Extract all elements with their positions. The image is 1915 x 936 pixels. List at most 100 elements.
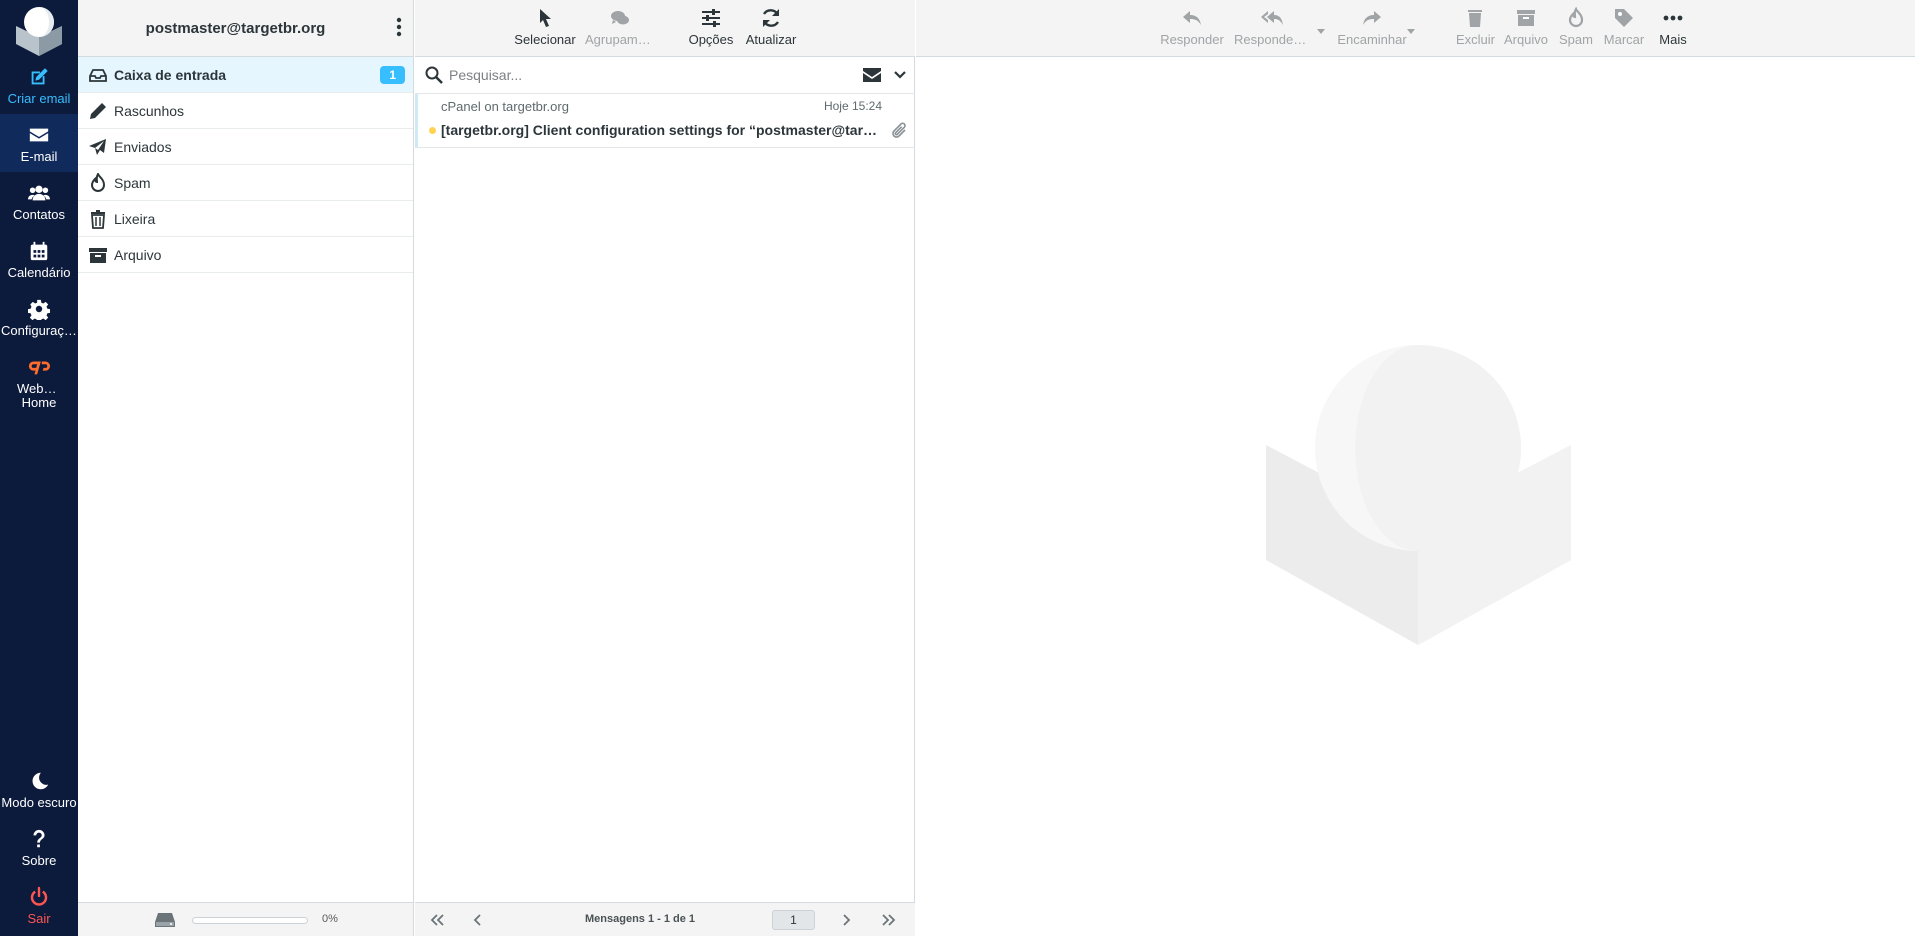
calendar-icon — [28, 240, 50, 262]
nav-dark-mode-label: Modo escuro — [1, 796, 77, 810]
mark-label: Marcar — [1603, 32, 1645, 47]
unread-dot[interactable] — [429, 127, 436, 134]
account-name: postmaster@targetbr.org — [145, 20, 326, 37]
folder-header: postmaster@targetbr.org — [78, 0, 413, 57]
select-label: Selecionar — [514, 32, 576, 47]
nav-settings[interactable]: Configurações — [0, 298, 78, 338]
archive-icon — [88, 245, 108, 265]
paper-plane-icon — [88, 137, 108, 157]
refresh-button[interactable]: Atualizar — [743, 0, 799, 56]
main-nav: Criar email E-mail Contatos Calendário C — [0, 0, 78, 936]
mark-button[interactable]: Marcar — [1602, 0, 1646, 56]
ellipsis-icon — [1662, 7, 1684, 29]
archive-label: Arquivo — [1503, 32, 1549, 47]
paperclip-icon — [890, 122, 908, 140]
more-label: Mais — [1659, 32, 1687, 47]
previous-page-icon[interactable] — [470, 913, 486, 927]
hard-drive-icon — [154, 911, 176, 929]
pencil-icon — [88, 101, 108, 121]
page-number-input[interactable]: 1 — [772, 910, 815, 930]
nav-logout[interactable]: Sair — [0, 886, 78, 926]
quota-percent: 0% — [322, 913, 338, 925]
message-count: Mensagens 1 - 1 de 1 — [585, 913, 696, 925]
reply-icon — [1181, 7, 1203, 29]
nav-compose-label: Criar email — [7, 92, 71, 106]
search-icon[interactable] — [425, 66, 443, 84]
next-page-icon[interactable] — [838, 913, 854, 927]
search-input[interactable] — [449, 64, 849, 86]
spam-label: Spam — [1559, 32, 1593, 47]
nav-calendar[interactable]: Calendário — [0, 240, 78, 280]
folder-drafts[interactable]: Rascunhos — [78, 93, 413, 129]
nav-compose[interactable]: Criar email — [0, 66, 78, 106]
refresh-icon — [760, 7, 782, 29]
options-label[interactable]: Opções — [689, 32, 734, 47]
tag-icon — [1613, 7, 1635, 29]
gear-icon — [27, 298, 51, 323]
more-button[interactable]: Mais — [1654, 0, 1692, 56]
select-button[interactable]: Selecionar — [513, 0, 577, 56]
reply-all-label: Responder a todos — [1234, 32, 1310, 47]
folder-menu-icon[interactable] — [393, 16, 405, 38]
chevron-down-icon[interactable] — [893, 68, 907, 82]
moon-icon — [28, 770, 50, 792]
nav-about-label: Sobre — [21, 854, 57, 868]
cursor-icon — [534, 7, 556, 29]
reply-all-caret-icon[interactable] — [1316, 22, 1326, 34]
nav-settings-label: Configurações — [1, 324, 78, 338]
fire-icon — [1565, 6, 1587, 29]
search-bar — [415, 57, 915, 94]
nav-contacts-label: Contatos — [12, 208, 66, 222]
roundcube-watermark-icon — [1266, 345, 1571, 650]
folder-archive-label: Arquivo — [114, 246, 162, 263]
unread-badge: 1 — [380, 66, 405, 84]
folder-sent-label: Enviados — [114, 138, 172, 155]
nav-webmail-home[interactable]: Webmail Home — [0, 356, 78, 410]
power-icon — [28, 886, 50, 908]
nav-mail-label: E-mail — [20, 150, 58, 164]
envelope-filter-icon[interactable] — [863, 67, 881, 83]
forward-button[interactable]: Encaminhar — [1334, 0, 1410, 56]
delete-label: Excluir — [1456, 32, 1496, 47]
folder-trash-label: Lixeira — [114, 210, 156, 227]
nav-about[interactable]: Sobre — [0, 828, 78, 868]
message-row[interactable]: cPanel on targetbr.org Hoje 15:24 [targe… — [415, 94, 915, 148]
nav-logout-label: Sair — [27, 912, 51, 926]
delete-button[interactable]: Excluir — [1456, 0, 1496, 56]
last-page-icon[interactable] — [881, 913, 897, 927]
threads-button[interactable]: Agrupamento — [585, 0, 655, 56]
folder-sent[interactable]: Enviados — [78, 129, 413, 165]
reply-button[interactable]: Responder — [1158, 0, 1226, 56]
message-list-panel: Selecionar Agrupamento Opções Atualizar — [415, 0, 915, 936]
options-button[interactable]: Opções — [686, 0, 736, 56]
nav-mail[interactable]: E-mail — [0, 114, 78, 172]
forward-caret-icon[interactable] — [1406, 22, 1416, 34]
reply-all-icon — [1261, 7, 1283, 29]
trash-icon — [1464, 7, 1486, 29]
nav-contacts[interactable]: Contatos — [0, 182, 78, 222]
roundcube-logo[interactable] — [12, 4, 66, 58]
forward-label: Encaminhar — [1337, 32, 1407, 47]
archive-button[interactable]: Arquivo — [1502, 0, 1550, 56]
sliders-icon — [700, 7, 722, 29]
message-subject: [targetbr.org] Client configuration sett… — [441, 122, 881, 138]
trash-icon — [88, 209, 108, 229]
folder-inbox[interactable]: Caixa de entrada 1 — [78, 57, 413, 93]
question-icon — [28, 828, 50, 850]
first-page-icon[interactable] — [429, 913, 445, 927]
message-from: cPanel on targetbr.org — [441, 99, 569, 114]
nav-calendar-label: Calendário — [7, 266, 71, 280]
nav-dark-mode[interactable]: Modo escuro — [0, 770, 78, 810]
folder-archive[interactable]: Arquivo — [78, 237, 413, 273]
preview-pane: Responder Responder a todos Encaminhar — [916, 0, 1915, 936]
message-date: Hoje 15:24 — [823, 99, 882, 113]
archive-icon — [1515, 7, 1537, 29]
folder-spam[interactable]: Spam — [78, 165, 413, 201]
fire-icon — [88, 171, 108, 193]
cpanel-icon — [28, 356, 50, 378]
folder-panel: postmaster@targetbr.org Caixa de entrada… — [78, 0, 414, 936]
folder-trash[interactable]: Lixeira — [78, 201, 413, 237]
inbox-icon — [88, 65, 108, 85]
spam-button[interactable]: Spam — [1558, 0, 1594, 56]
reply-all-button[interactable]: Responder a todos — [1234, 0, 1310, 56]
